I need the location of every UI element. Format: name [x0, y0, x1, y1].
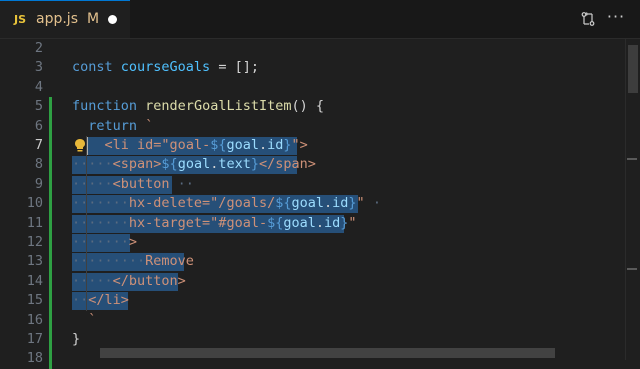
more-actions-icon[interactable]: ···	[605, 5, 627, 27]
tab-modified-status: M	[87, 11, 100, 27]
git-modified-gutter	[49, 116, 52, 136]
git-modified-gutter	[49, 97, 52, 117]
git-modified-gutter	[49, 252, 52, 272]
git-modified-gutter	[49, 291, 52, 311]
line-text: ·····<button ··	[72, 175, 194, 192]
git-modified-gutter	[49, 174, 52, 195]
line-text: ·····<span>${goal.text}</span>	[72, 156, 316, 173]
line-text: }	[72, 331, 81, 347]
line-text: ·· <li id="goal-${goal.id}">	[72, 137, 308, 153]
git-modified-gutter	[49, 194, 52, 214]
line-text: function renderGoalListItem() {	[72, 98, 324, 115]
code-line: 15 ··</li>	[0, 291, 624, 311]
line-text: `	[88, 311, 97, 328]
horizontal-scrollbar[interactable]	[100, 348, 555, 358]
line-text: ··</li>	[72, 292, 129, 309]
code-line: 9 ·····<button ··	[0, 174, 624, 195]
git-modified-gutter	[49, 233, 52, 253]
git-modified-gutter	[49, 330, 52, 350]
code-line: 10 ·······hx-delete="/goals/${goal.id}" …	[0, 194, 624, 214]
line-text: ·······hx-target="#goal-${goal.id}"	[72, 214, 357, 231]
line-number: 14	[26, 272, 43, 289]
git-modified-gutter	[49, 136, 52, 156]
line-number: 13	[26, 253, 43, 270]
overview-ruler-mark	[627, 268, 637, 270]
git-modified-gutter	[49, 155, 52, 175]
line-number: 18	[26, 350, 43, 367]
line-number: 7	[34, 137, 43, 153]
vertical-scroll-thumb[interactable]	[628, 45, 638, 93]
line-number: 17	[26, 331, 43, 347]
line-text: return `	[88, 117, 154, 134]
line-number: 9	[34, 175, 43, 192]
line-text: ·······>	[72, 234, 138, 250]
code-line: 4	[0, 78, 624, 97]
code-line: 3 const courseGoals = [];	[0, 58, 624, 77]
line-number: 15	[26, 292, 43, 309]
code-editor[interactable]: 2 3 const courseGoals = []; 4 5 function…	[0, 39, 640, 369]
line-number: 4	[34, 78, 43, 95]
code-line-current: 7 ·· <li id="goal-${goal.id}">	[0, 136, 624, 156]
line-number: 16	[26, 311, 43, 328]
line-text: ·····</button>	[72, 272, 186, 289]
code-line: 17 }	[0, 330, 624, 350]
overview-ruler-mark	[627, 158, 637, 160]
code-line: 2	[0, 39, 624, 58]
code-line: 16 `	[0, 310, 624, 330]
git-modified-gutter	[49, 271, 52, 292]
line-number: 12	[26, 234, 43, 250]
tab-filename: app.js	[36, 11, 78, 27]
line-number: 8	[34, 156, 43, 173]
line-number: 5	[34, 98, 43, 115]
git-modified-gutter	[49, 310, 52, 330]
code-line: 6 return `	[0, 116, 624, 136]
git-modified-gutter	[49, 213, 52, 233]
git-compare-icon[interactable]	[577, 8, 599, 30]
line-number: 11	[26, 214, 43, 231]
tab-bar: JS app.js M ···	[0, 0, 640, 39]
code-line: 14 ·····</button>	[0, 271, 624, 292]
lightbulb-icon[interactable]	[73, 138, 87, 153]
vertical-scrollbar[interactable]	[625, 39, 640, 360]
git-modified-gutter	[49, 349, 52, 369]
line-number: 2	[34, 40, 43, 56]
code-line: 11 ·······hx-target="#goal-${goal.id}"	[0, 213, 624, 233]
code-line: 13 ·········Remove	[0, 252, 624, 272]
code-line: 8 ·····<span>${goal.text}</span>	[0, 155, 624, 175]
line-number: 10	[26, 195, 43, 212]
indent-guide	[86, 136, 87, 311]
code-line: 12 ·······>	[0, 233, 624, 253]
unsaved-dot-icon[interactable]	[108, 15, 117, 24]
line-number: 6	[34, 117, 43, 134]
line-text: ·········Remove	[72, 253, 194, 270]
line-text: ·······hx-delete="/goals/${goal.id}" ·	[72, 195, 381, 212]
tab-app-js[interactable]: JS app.js M	[0, 0, 130, 38]
line-number: 3	[34, 59, 43, 76]
javascript-file-icon: JS	[14, 13, 27, 26]
line-text: const courseGoals = [];	[72, 59, 259, 76]
code-line: 5 function renderGoalListItem() {	[0, 97, 624, 117]
